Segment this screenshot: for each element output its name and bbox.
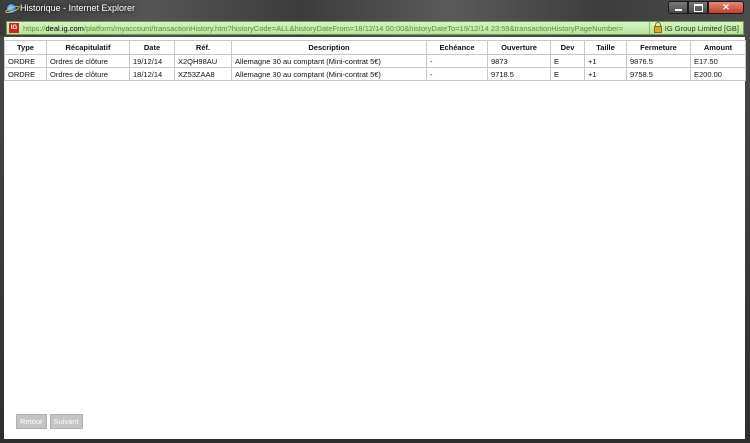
table-header-row: Type Récapitulatif Date Réf. Description…	[4, 40, 746, 55]
column-header: Dev	[550, 40, 585, 55]
table-row: ORDRE Ordres de clôture 18/12/14 XZ53ZAA…	[4, 67, 746, 81]
url-text[interactable]: https://deal.ig.com/platform/myaccount/t…	[23, 24, 649, 33]
column-header: Amount	[690, 40, 746, 55]
site-favicon: IG	[9, 23, 19, 33]
internet-explorer-icon	[6, 3, 17, 14]
close-icon: ✕	[722, 2, 730, 12]
table-cell: Allemagne 30 au comptant (Mini-contrat 5…	[231, 67, 427, 81]
table-cell: XZ53ZAA8	[174, 67, 232, 81]
table-cell: E	[550, 67, 585, 81]
column-header: Réf.	[174, 40, 232, 55]
table-cell: 19/12/14	[129, 54, 175, 68]
column-header: Récapitulatif	[46, 40, 130, 55]
table-cell: 9873	[487, 54, 551, 68]
table-cell: 9718.5	[487, 67, 551, 81]
next-page-button[interactable]: Suivant	[49, 414, 83, 429]
column-header: Description	[231, 40, 427, 55]
url-host: deal.ig.com	[45, 23, 84, 33]
table-cell: 18/12/14	[129, 67, 175, 81]
transaction-history-table: Type Récapitulatif Date Réf. Description…	[4, 40, 746, 81]
minimize-button[interactable]	[668, 1, 688, 14]
security-indicator[interactable]: IG Group Limited [GB]	[648, 22, 743, 34]
minimize-icon	[674, 9, 682, 11]
column-header: Ouverture	[487, 40, 551, 55]
column-header: Type	[4, 40, 47, 55]
table-cell: 9758.5	[626, 67, 691, 81]
table-cell: +1	[584, 54, 627, 68]
window-controls: ✕	[668, 1, 744, 15]
table-cell: E200.00	[690, 67, 746, 81]
table-cell: ORDRE	[4, 54, 47, 68]
column-header: Date	[129, 40, 175, 55]
table-cell: -	[426, 67, 488, 81]
table-cell: Ordres de clôture	[46, 67, 130, 81]
table-cell: ORDRE	[4, 67, 47, 81]
window-title: Historique - Internet Explorer	[20, 3, 136, 13]
column-header: Echéance	[426, 40, 488, 55]
table-cell: E17.50	[690, 54, 746, 68]
table-cell: -	[426, 54, 488, 68]
close-button[interactable]: ✕	[708, 1, 744, 14]
maximize-button[interactable]	[688, 1, 708, 14]
page-content: Type Récapitulatif Date Réf. Description…	[4, 37, 746, 439]
table-cell: X2QH98AU	[174, 54, 232, 68]
url-path: /platform/myaccount/transactionHistory.h…	[83, 23, 624, 33]
title-bar: Historique - Internet Explorer ✕	[0, 0, 750, 18]
pagination: Retour Suivant	[16, 414, 83, 429]
table-cell: 9876.5	[626, 54, 691, 68]
previous-page-button[interactable]: Retour	[16, 414, 47, 429]
lock-icon	[653, 22, 662, 33]
security-label: IG Group Limited [GB]	[664, 23, 739, 33]
column-header: Fermeture	[626, 40, 691, 55]
column-header: Taille	[584, 40, 627, 55]
table-cell: +1	[584, 67, 627, 81]
url-scheme: https://	[23, 23, 46, 33]
table-cell: E	[550, 54, 585, 68]
address-bar[interactable]: IG https://deal.ig.com/platform/myaccoun…	[6, 21, 744, 35]
table-row: ORDRE Ordres de clôture 19/12/14 X2QH98A…	[4, 54, 746, 68]
browser-window: Historique - Internet Explorer ✕ IG http…	[0, 0, 750, 443]
maximize-icon	[693, 3, 703, 12]
table-cell: Allemagne 30 au comptant (Mini-contrat 5…	[231, 54, 427, 68]
table-cell: Ordres de clôture	[46, 54, 130, 68]
